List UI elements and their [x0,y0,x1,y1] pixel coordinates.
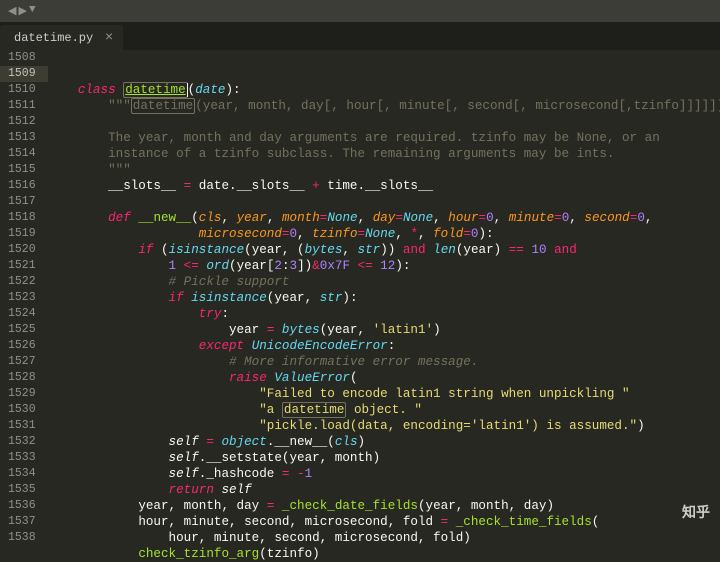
line-number: 1516 [8,178,36,194]
line-number: 1511 [8,98,36,114]
editor: 1508150915101511151215131514151515161517… [0,50,720,530]
line-number: 1525 [8,322,36,338]
line-number: 1513 [8,130,36,146]
line-number: 1531 [8,418,36,434]
nav-dropdown-icon[interactable]: ▼ [29,4,36,18]
tab-label: datetime.py [14,31,93,45]
titlebar: ◀ ▶ ▼ [0,0,720,22]
line-number: 1522 [8,274,36,290]
line-number: 1533 [8,450,36,466]
line-number: 1537 [8,514,36,530]
line-number: 1524 [8,306,36,322]
line-number: 1509 [0,66,48,82]
line-number-gutter: 1508150915101511151215131514151515161517… [0,50,48,530]
line-number: 1515 [8,162,36,178]
line-number: 1510 [8,82,36,98]
line-number: 1519 [8,226,36,242]
code-area[interactable]: class datetime(date): """datetime(year, … [48,50,720,530]
line-number: 1528 [8,370,36,386]
tab-datetime-py[interactable]: datetime.py × [0,25,123,50]
line-number: 1529 [8,386,36,402]
line-number: 1520 [8,242,36,258]
line-number: 1523 [8,290,36,306]
line-number: 1527 [8,354,36,370]
line-number: 1530 [8,402,36,418]
watermark: 知乎 [682,502,710,522]
line-number: 1512 [8,114,36,130]
line-number: 1514 [8,146,36,162]
line-number: 1518 [8,210,36,226]
nav-arrows: ◀ ▶ ▼ [0,4,44,18]
nav-back-icon[interactable]: ◀ [8,4,16,18]
line-number: 1508 [8,50,36,66]
line-number: 1532 [8,434,36,450]
line-number: 1534 [8,466,36,482]
close-icon[interactable]: × [105,30,113,46]
tabs-bar: datetime.py × [0,22,720,50]
line-number: 1535 [8,482,36,498]
line-number: 1526 [8,338,36,354]
nav-forward-icon[interactable]: ▶ [18,4,26,18]
line-number: 1538 [8,530,36,546]
line-number: 1521 [8,258,36,274]
line-number: 1536 [8,498,36,514]
line-number: 1517 [8,194,36,210]
